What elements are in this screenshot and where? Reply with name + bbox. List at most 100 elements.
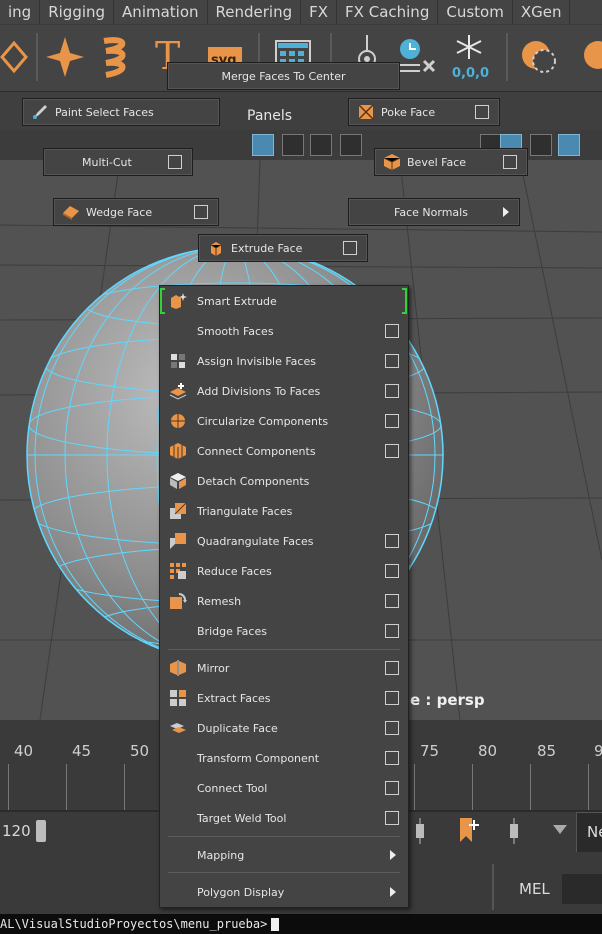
wedge-face-option-box[interactable] — [194, 205, 208, 219]
option-box[interactable] — [385, 781, 399, 795]
character-set-field[interactable]: Ne — [576, 812, 602, 854]
multi-cut-item[interactable]: Multi-Cut — [43, 148, 193, 176]
menu-item-extract-faces[interactable]: Extract Faces — [160, 683, 408, 713]
assign-invisible-faces-icon — [171, 354, 185, 368]
edit-mesh-dropdown: Smart Extrude Smooth Faces Assign Invisi… — [159, 285, 409, 908]
menu-item-quadrangulate[interactable]: Quadrangulate Faces — [160, 526, 408, 556]
grid-toggle-icon[interactable] — [252, 134, 274, 156]
menu-item-connect-components[interactable]: Connect Components — [160, 436, 408, 466]
menu-tab-rendering[interactable]: Rendering — [208, 0, 302, 24]
frame-tick — [124, 764, 125, 810]
shelf-separator — [36, 33, 38, 81]
menu-tab-fx[interactable]: FX — [301, 0, 338, 24]
menu-tab-custom[interactable]: Custom — [438, 0, 513, 24]
option-box[interactable] — [385, 534, 399, 548]
menu-item-connect-tool[interactable]: Connect Tool — [160, 773, 408, 803]
menu-item-detach-components[interactable]: Detach Components — [160, 466, 408, 496]
option-box[interactable] — [385, 811, 399, 825]
helix-icon[interactable] — [96, 31, 138, 83]
shelf-separator — [506, 33, 508, 81]
menu-item-triangulate[interactable]: Triangulate Faces — [160, 496, 408, 526]
menu-item-remesh[interactable]: Remesh — [160, 586, 408, 616]
frame-number: 40 — [14, 742, 34, 760]
menu-item-reduce-faces[interactable]: Reduce Faces — [160, 556, 408, 586]
console-path: AL\VisualStudioProyectos\menu_prueba> — [0, 917, 268, 931]
combine-icon[interactable] — [518, 31, 560, 83]
detach-components-icon — [170, 473, 186, 489]
submenu-arrow-icon — [503, 207, 509, 217]
key-handle-icon[interactable] — [508, 818, 520, 844]
menu-item-target-weld-tool[interactable]: Target Weld Tool — [160, 803, 408, 833]
option-box[interactable] — [385, 414, 399, 428]
merge-faces-to-center-item[interactable]: Merge Faces To Center — [167, 62, 400, 90]
menu-divider — [168, 649, 400, 650]
option-box[interactable] — [385, 384, 399, 398]
option-box[interactable] — [385, 444, 399, 458]
option-box[interactable] — [385, 721, 399, 735]
range-handle[interactable] — [36, 820, 46, 842]
extrude-face-item[interactable]: Extrude Face — [198, 234, 368, 262]
menu-item-bridge-faces[interactable]: Bridge Faces — [160, 616, 408, 646]
mel-label[interactable]: MEL — [519, 880, 550, 898]
bevel-face-item[interactable]: Bevel Face — [374, 148, 528, 176]
circularize-icon — [171, 414, 185, 428]
frame-tick — [588, 764, 589, 810]
paint-select-faces-item[interactable]: Paint Select Faces — [22, 98, 220, 126]
lighting-icon[interactable] — [530, 134, 552, 156]
menu-item-smooth-faces[interactable]: Smooth Faces — [160, 316, 408, 346]
menu-item-circularize[interactable]: Circularize Components — [160, 406, 408, 436]
frame-number: 80 — [478, 742, 498, 760]
option-box[interactable] — [385, 354, 399, 368]
option-box[interactable] — [385, 751, 399, 765]
menu-item-mirror[interactable]: Mirror — [160, 653, 408, 683]
menu-item-mapping[interactable]: Mapping — [160, 840, 408, 870]
menu-tab-animation[interactable]: Animation — [114, 0, 208, 24]
text-caret — [271, 918, 280, 931]
wedge-face-item[interactable]: Wedge Face — [53, 198, 219, 226]
console-line[interactable]: AL\VisualStudioProyectos\menu_prueba> — [0, 914, 602, 934]
key-handle-icon[interactable] — [414, 818, 426, 844]
chevron-down-icon[interactable] — [552, 824, 568, 836]
menu-tab-modeling[interactable]: ing — [0, 0, 41, 24]
option-box[interactable] — [385, 691, 399, 705]
menu-item-assign-invisible-faces[interactable]: Assign Invisible Faces — [160, 346, 408, 376]
freeze-transform-icon[interactable]: 0,0,0 — [448, 31, 490, 83]
face-normals-item[interactable]: Face Normals — [348, 198, 520, 226]
option-box[interactable] — [385, 324, 399, 338]
frame-number: 45 — [72, 742, 92, 760]
xray-icon[interactable] — [558, 134, 580, 156]
sparkle-icon[interactable] — [44, 31, 86, 83]
menu-tab-fx-caching[interactable]: FX Caching — [337, 0, 439, 24]
delete-history-icon[interactable] — [394, 31, 436, 83]
menu-tab-rigging[interactable]: Rigging — [40, 0, 115, 24]
bookmark-add-icon[interactable] — [456, 816, 482, 846]
panels-menu[interactable]: Panels — [247, 108, 292, 124]
frame-tick — [472, 764, 473, 810]
triangulate-icon — [170, 502, 187, 519]
menu-item-polygon-display[interactable]: Polygon Display — [160, 877, 408, 907]
option-box[interactable] — [385, 594, 399, 608]
extrude-face-option-box[interactable] — [343, 241, 357, 255]
poke-face-item[interactable]: Poke Face — [348, 98, 500, 126]
menu-tab-xgen[interactable]: XGen — [513, 0, 571, 24]
mirror-icon — [170, 660, 186, 676]
poke-face-option-box[interactable] — [475, 105, 489, 119]
range-end-field[interactable]: 120 — [2, 822, 31, 840]
separate-icon[interactable] — [572, 31, 602, 83]
option-box[interactable] — [385, 564, 399, 578]
film-gate-icon[interactable] — [282, 134, 304, 156]
frame-number: 9 — [594, 742, 602, 760]
gate-mask-icon[interactable] — [340, 134, 362, 156]
bevel-face-option-box[interactable] — [503, 155, 517, 169]
menu-item-add-divisions[interactable]: Add Divisions To Faces — [160, 376, 408, 406]
multi-cut-option-box[interactable] — [168, 155, 182, 169]
option-box[interactable] — [385, 661, 399, 675]
menu-item-transform-component[interactable]: Transform Component — [160, 743, 408, 773]
option-box[interactable] — [385, 624, 399, 638]
menu-item-smart-extrude[interactable]: Smart Extrude — [160, 286, 408, 316]
resolution-gate-icon[interactable] — [310, 134, 332, 156]
connect-components-icon — [170, 443, 186, 459]
menu-item-duplicate-face[interactable]: Duplicate Face — [160, 713, 408, 743]
mel-input[interactable] — [562, 874, 602, 904]
reduce-faces-icon — [170, 563, 186, 579]
